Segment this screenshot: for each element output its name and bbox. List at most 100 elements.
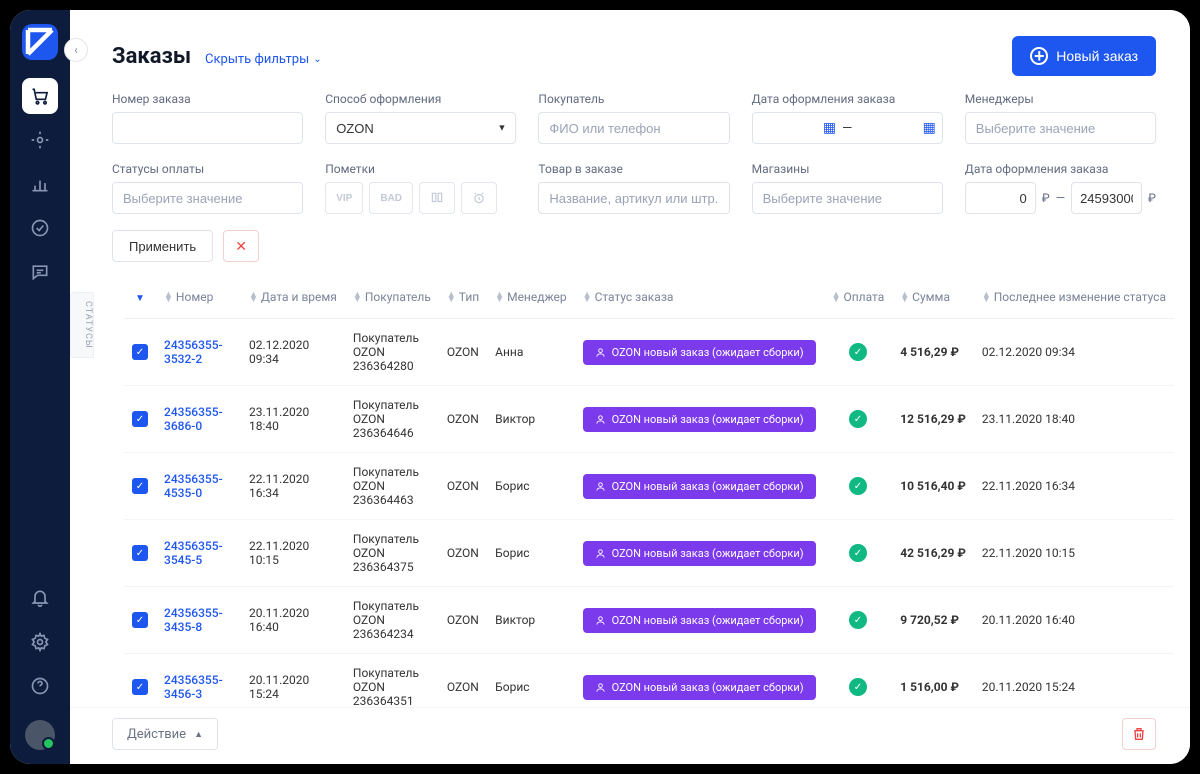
filter-managers: Менеджеры [965,92,1156,144]
cell-type: OZON [439,319,487,386]
order-number-input[interactable] [112,112,303,144]
table-row[interactable]: ✓24356355-3435-820.11.202016:40Покупател… [124,587,1174,654]
product-input[interactable] [538,182,729,214]
app-window: ‹ Заказы Скрыть фильтры ⌄ + Новый заказ [10,10,1190,764]
table-row[interactable]: ✓24356355-3545-522.11.202010:15Покупател… [124,520,1174,587]
plus-icon: + [1030,47,1048,65]
nav-chat[interactable] [22,254,58,290]
col-dropdown[interactable]: ▼ [124,276,156,319]
date-from-input[interactable] [759,114,817,142]
date-to-input[interactable] [858,114,916,142]
nav-orders[interactable] [22,78,58,114]
cell-buyer: ПокупательOZON236364375 [345,520,439,587]
nav-settings[interactable] [22,624,58,660]
status-badge[interactable]: OZON новый заказ (ожидает сборки) [583,340,816,365]
table-row[interactable]: ✓ 24356355-3686-0 23.11.202018:40Покупател… [124,386,1174,453]
filter-buyer: Покупатель [538,92,729,144]
row-checkbox[interactable]: ✓ [132,478,148,494]
table-row[interactable]: ✓24356355-3532-202.12.202009:34Покупател… [124,319,1174,386]
status-badge[interactable]: OZON новый заказ (ожидает сборки) [583,407,816,432]
statuses-side-label[interactable]: СТАТУСЫ [70,292,94,358]
cell-buyer: ПокупательOZON236364234 [345,587,439,654]
user-avatar[interactable] [25,720,55,750]
col-buyer[interactable]: ▲▼Покупатель [345,276,439,319]
order-number-link[interactable]: 24356355-3456-3 [164,673,223,701]
row-checkbox[interactable]: ✓ [132,545,148,561]
row-checkbox[interactable]: ✓ [132,679,148,695]
row-checkbox[interactable]: ✓ [132,612,148,628]
order-number-link[interactable]: 24356355-4535-0 [164,472,223,500]
app-logo[interactable] [22,24,58,60]
cell-amount: 4 516,29 ₽ [892,319,974,386]
row-checkbox[interactable]: ✓ [132,411,148,427]
order-number-link[interactable]: 24356355-3545-5 [164,539,223,567]
cell-type: OZON [439,654,487,708]
hide-filters-link[interactable]: Скрыть фильтры ⌄ [205,52,322,67]
calendar-icon[interactable]: ▦ [923,120,936,136]
cell-manager: Виктор [487,386,574,453]
delete-button[interactable] [1122,718,1156,750]
cell-datetime: 23.11.202018:40 [241,386,345,453]
payment-ok-icon: ✓ [849,611,867,629]
nav-help[interactable] [22,668,58,704]
cell-lastchange: 22.11.2020 10:15 [974,520,1174,587]
pay-status-input[interactable] [112,182,303,214]
bulk-action-dropdown[interactable]: Действие▲ [112,718,218,750]
cell-buyer: ПокупательOZON236364646 [345,386,439,453]
cell-buyer: ПокупательOZON236364463 [345,453,439,520]
calendar-icon[interactable]: ▦ [823,120,836,136]
clear-filters-button[interactable]: ✕ [223,230,259,262]
col-payment[interactable]: ▲▼Оплата [824,276,893,319]
cell-type: OZON [439,520,487,587]
col-manager[interactable]: ▲▼Менеджер [487,276,574,319]
status-badge[interactable]: OZON новый заказ (ожидает сборки) [583,608,816,633]
cell-buyer: ПокупательOZON236364280 [345,319,439,386]
table-row[interactable]: ✓24356355-3456-320.11.202015:24Покупател… [124,654,1174,708]
apply-button[interactable]: Применить [112,230,213,262]
status-badge[interactable]: OZON новый заказ (ожидает сборки) [583,474,816,499]
filter-method: Способ оформления [325,92,516,144]
status-badge[interactable]: OZON новый заказ (ожидает сборки) [583,541,816,566]
col-type[interactable]: ▲▼Тип [439,276,487,319]
nav-notifications[interactable] [22,580,58,616]
col-amount[interactable]: ▲▼Сумма [892,276,974,319]
cell-manager: Борис [487,654,574,708]
col-number[interactable]: ▲▼Номер [156,276,241,319]
payment-ok-icon: ✓ [849,410,867,428]
nav-tasks[interactable] [22,210,58,246]
sidebar-collapse-button[interactable]: ‹ [64,38,88,62]
nav-analytics[interactable] [22,166,58,202]
cell-amount: 10 516,40 ₽ [892,453,974,520]
tag-book-icon[interactable] [419,182,455,214]
price-to-input[interactable] [1071,182,1142,214]
cell-manager: Виктор [487,587,574,654]
tag-alarm-icon[interactable] [461,182,497,214]
method-select[interactable] [325,112,516,144]
filter-order-number: Номер заказа [112,92,303,144]
order-number-link[interactable]: 24356355-3532-2 [164,338,223,366]
cell-lastchange: 23.11.2020 18:40 [974,386,1174,453]
filter-price-range: Дата оформления заказа ₽ — ₽ [965,162,1156,214]
tag-bad[interactable]: BAD [369,182,413,214]
cell-datetime: 22.11.202016:34 [241,453,345,520]
nav-target[interactable] [22,122,58,158]
stores-input[interactable] [752,182,943,214]
col-datetime[interactable]: ▲▼Дата и время [241,276,345,319]
row-checkbox[interactable]: ✓ [132,344,148,360]
cell-lastchange: 20.11.2020 16:40 [974,587,1174,654]
new-order-button[interactable]: + Новый заказ [1012,36,1156,76]
table-row[interactable]: ✓ 24356355-4535-0 22.11.202016:34Покупател… [124,453,1174,520]
managers-input[interactable] [965,112,1156,144]
cell-buyer: ПокупательOZON236364351 [345,654,439,708]
status-badge[interactable]: OZON новый заказ (ожидает сборки) [583,675,816,700]
order-number-link[interactable]: 24356355-3435-8 [164,606,223,634]
filter-product: Товар в заказе [538,162,729,214]
tag-vip[interactable]: VIP [325,182,363,214]
buyer-input[interactable] [538,112,729,144]
order-number-link[interactable]: 24356355-3686-0 [164,405,223,433]
cell-amount: 42 516,29 ₽ [892,520,974,587]
cell-type: OZON [439,587,487,654]
col-lastchange[interactable]: ▲▼Последнее изменение статуса [974,276,1174,319]
price-from-input[interactable] [965,182,1036,214]
col-status[interactable]: ▲▼Статус заказа [575,276,824,319]
